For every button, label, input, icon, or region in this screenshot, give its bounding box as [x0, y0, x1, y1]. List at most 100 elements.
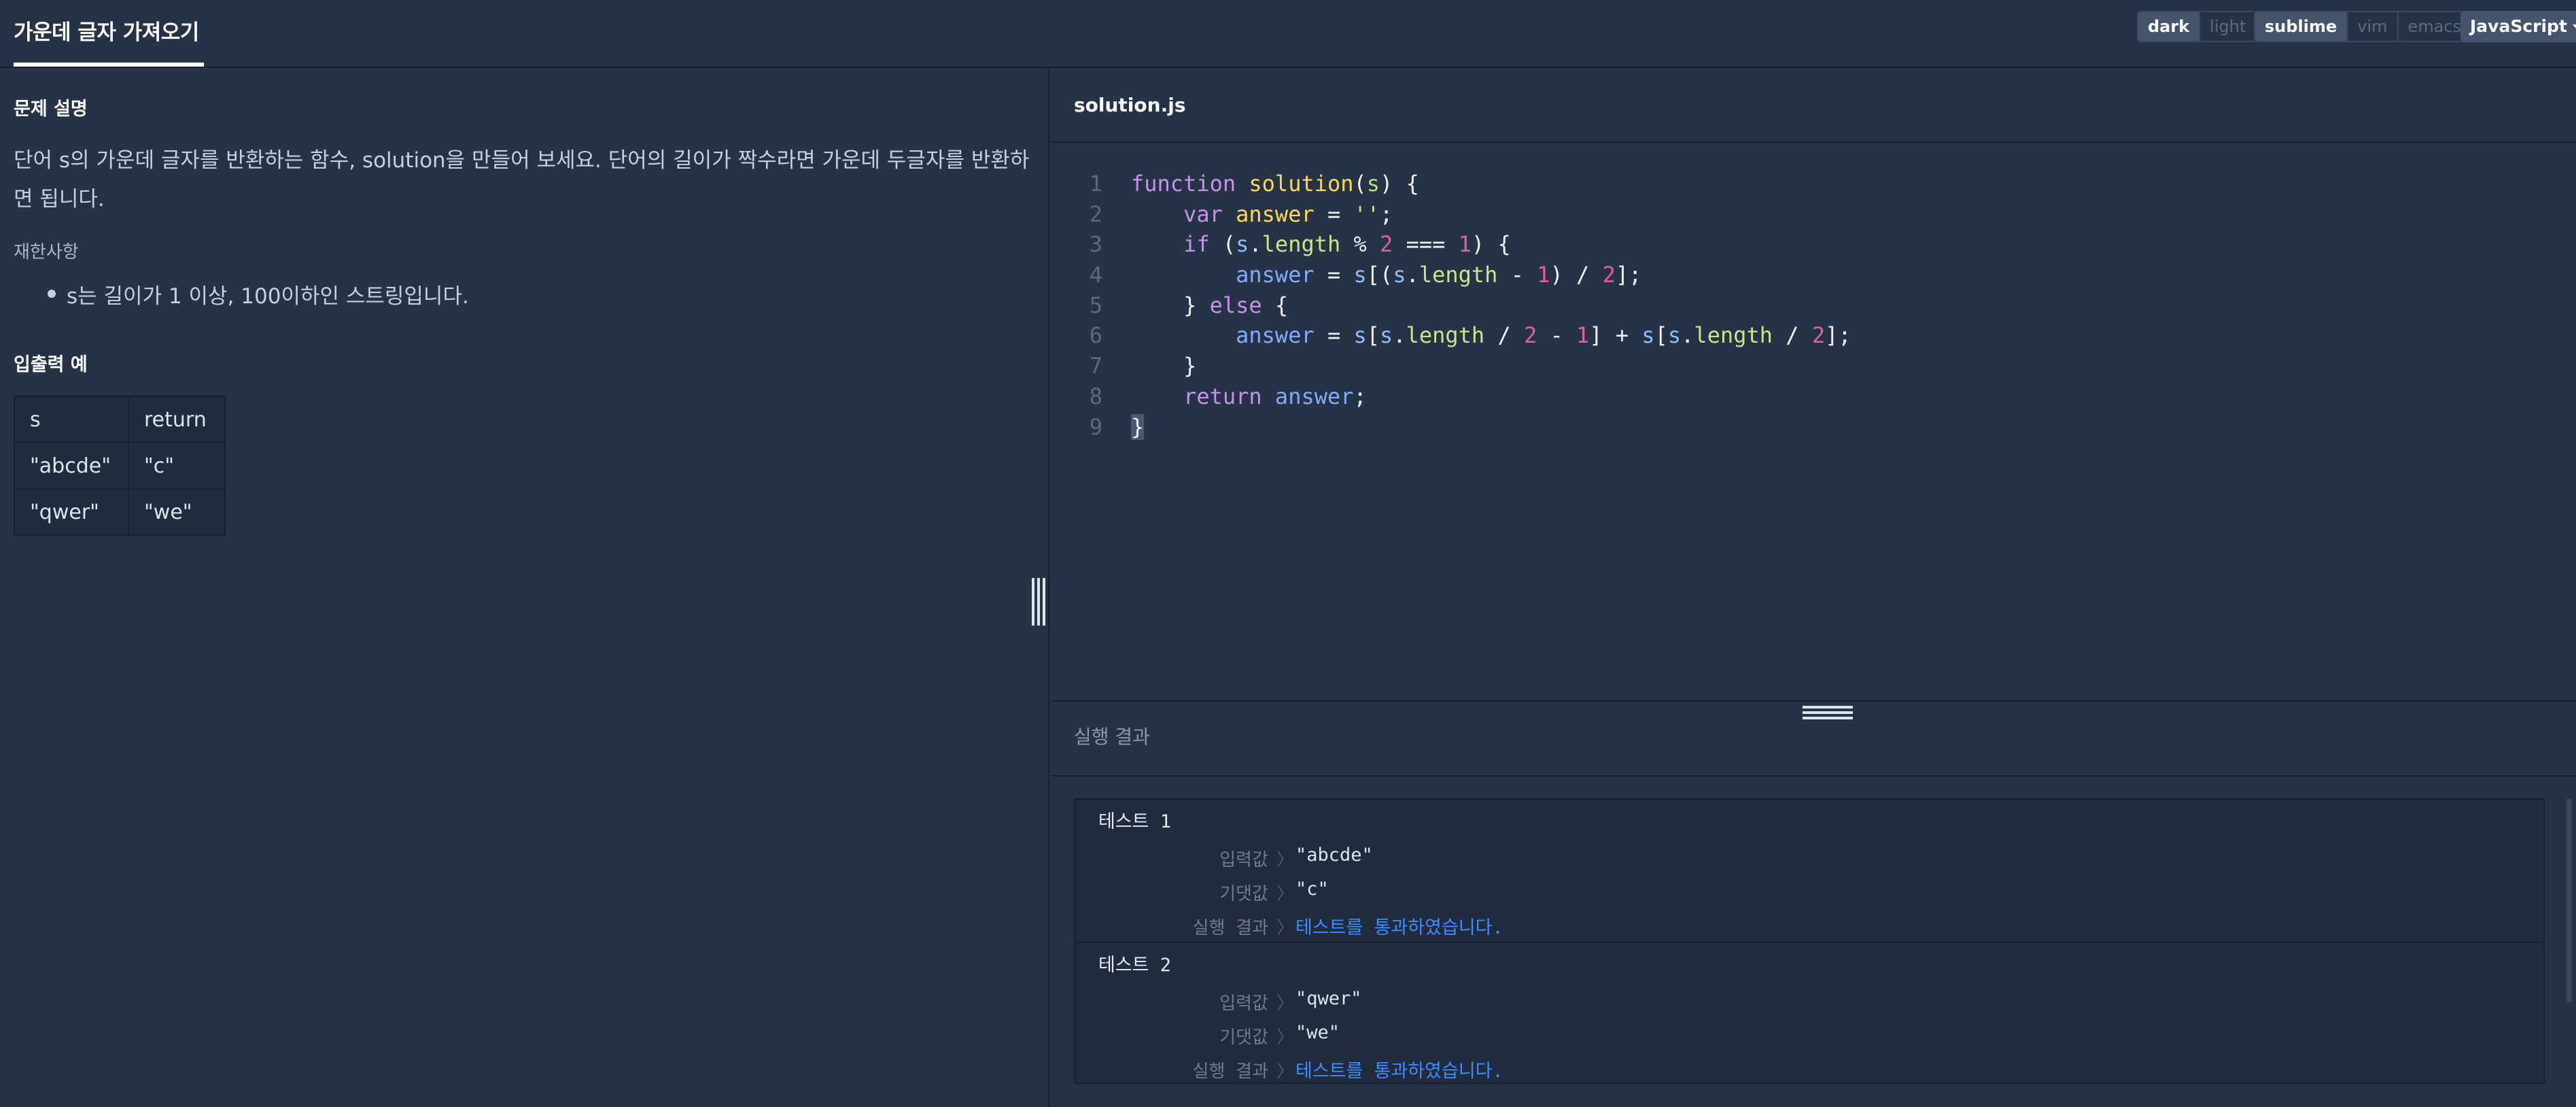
vertical-resize-handle[interactable] [1032, 578, 1045, 626]
line-number: 4 [1089, 262, 1102, 288]
test-input-row: 입력값 〉 "qwer" [1075, 984, 2503, 1018]
file-name-tab[interactable]: solution.js [1074, 94, 1186, 116]
editor-tab-bar: solution.js [1051, 68, 2576, 143]
grip-bar [1803, 711, 1853, 714]
code-line-text: function solution(s) { [1131, 171, 1419, 197]
code-line-text: answer = s[s.length / 2 - 1] + s[s.lengt… [1236, 322, 1851, 349]
test-name: 테스트 2 [1098, 955, 1172, 976]
code-line: 3 if (s.length % 2 === 1) { [1051, 229, 2576, 260]
table-cell: "c" [128, 442, 226, 490]
grip-bar [1803, 717, 1853, 719]
code-line-text: } else { [1131, 292, 1289, 318]
app-root: 가운데 글자 가져오기 dark light sublime vim emacs… [0, 0, 2576, 1107]
language-select-label: JavaScript [2470, 16, 2567, 36]
results-title: 실행 결과 [1074, 726, 1150, 748]
constraints-title: 재한사항 [14, 242, 79, 262]
top-bar: 가운데 글자 가져오기 dark light sublime vim emacs… [0, 0, 2576, 68]
code-line-text: } [1131, 353, 1197, 379]
keymap-sublime-button[interactable]: sublime [2255, 12, 2347, 41]
table-header-cell: s [14, 396, 129, 443]
theme-toggle: dark light [2137, 11, 2257, 42]
test-result-value: 테스트를 통과하였습니다. [1295, 917, 1503, 938]
code-line-text: } [1131, 413, 1145, 440]
theme-dark-button[interactable]: dark [2138, 12, 2199, 41]
test-name: 테스트 1 [1098, 811, 1172, 832]
results-divider [1051, 775, 2576, 777]
table-row: "abcde" "c" [14, 442, 226, 490]
line-number: 2 [1089, 201, 1102, 227]
examples-title: 입출력 예 [14, 354, 88, 375]
code-line: 1 function solution(s) { [1051, 169, 2576, 199]
code-line: 9} [1051, 412, 2576, 443]
test-input-label: 입력값 [1219, 993, 1268, 1014]
results-scrollbar[interactable] [2566, 798, 2572, 1002]
line-number: 9 [1089, 413, 1102, 440]
test-expected-value: "we" [1295, 1022, 1340, 1043]
code-editor[interactable]: solution.js 1 function solution(s) { 2 va… [1051, 68, 2576, 700]
test-case: 테스트 1 입력값 〉 "abcde" 기댓값 〉 "c" 실행 결과 〉 테스… [1075, 800, 2543, 942]
table-row: "qwer" "we" [14, 488, 226, 536]
language-select[interactable]: JavaScript [2460, 11, 2576, 42]
grip-bar [1037, 578, 1040, 626]
keymap-toggle: sublime vim emacs [2254, 11, 2473, 42]
test-input-label: 입력값 [1219, 850, 1268, 870]
grip-bar [1032, 578, 1034, 626]
results-panel: 실행 결과 테스트 1 입력값 〉 "abcde" 기댓값 〉 "c" 실행 결… [1051, 700, 2576, 1107]
problem-description: 단어 s의 가운데 글자를 반환하는 함수, solution을 만들어 보세요… [14, 148, 1030, 211]
line-number: 6 [1089, 322, 1102, 349]
test-result-value: 테스트를 통과하였습니다. [1295, 1061, 1503, 1082]
table-cell: "qwer" [14, 488, 129, 536]
results-console: 테스트 1 입력값 〉 "abcde" 기댓값 〉 "c" 실행 결과 〉 테스… [1074, 798, 2545, 1084]
table-cell: "abcde" [14, 442, 129, 490]
test-expected-row: 기댓값 〉 "c" [1075, 874, 2503, 908]
code-line-text: var answer = ''; [1183, 201, 1393, 227]
test-input-row: 입력값 〉 "abcde" [1075, 840, 2503, 874]
code-line: 7 } [1051, 351, 2576, 381]
test-result-row: 실행 결과 〉 테스트를 통과하였습니다. [1075, 1052, 2503, 1086]
separator-icon: 〉 [1276, 884, 1295, 904]
code-line: 8 return answer; [1051, 381, 2576, 412]
horizontal-resize-handle[interactable] [1803, 706, 1853, 719]
test-input-value: "abcde" [1295, 845, 1373, 866]
problem-section-title: 문제 설명 [14, 99, 88, 120]
test-expected-label: 기댓값 [1219, 884, 1268, 904]
page-title: 가운데 글자 가져오기 [14, 20, 199, 45]
code-line-text: if (s.length % 2 === 1) { [1183, 231, 1511, 258]
code-line-text: answer = s[(s.length - 1) / 2]; [1236, 262, 1642, 288]
code-area[interactable]: 1 function solution(s) { 2 var answer = '… [1051, 169, 2576, 442]
separator-icon: 〉 [1276, 850, 1295, 870]
separator-icon: 〉 [1276, 993, 1295, 1014]
separator-icon: 〉 [1276, 1027, 1295, 1048]
constraints-list: s는 길이가 1 이상, 100이하인 스트링입니다. [14, 279, 469, 309]
code-line: 5 } else { [1051, 290, 2576, 321]
examples-table: s return "abcde" "c" "qwer" "we" [14, 396, 226, 536]
code-line: 4 answer = s[(s.length - 1) / 2]; [1051, 260, 2576, 290]
separator-icon: 〉 [1276, 918, 1295, 938]
line-number: 3 [1089, 231, 1102, 258]
constraint-item: s는 길이가 1 이상, 100이하인 스트링입니다. [14, 279, 469, 309]
keymap-vim-button[interactable]: vim [2346, 12, 2397, 41]
table-header-cell: return [128, 396, 226, 443]
line-number: 1 [1089, 171, 1102, 197]
separator-icon: 〉 [1276, 1061, 1295, 1082]
table-cell: "we" [128, 488, 226, 536]
table-header-row: s return [14, 396, 226, 443]
code-line: 2 var answer = ''; [1051, 199, 2576, 230]
grip-bar [1803, 706, 1853, 709]
test-input-value: "qwer" [1295, 988, 1362, 1009]
code-line: 6 answer = s[s.length / 2 - 1] + s[s.len… [1051, 320, 2576, 351]
test-result-row: 실행 결과 〉 테스트를 통과하였습니다. [1075, 908, 2503, 942]
test-result-label: 실행 결과 [1192, 918, 1268, 938]
line-number: 8 [1089, 383, 1102, 409]
chevron-down-icon [2572, 24, 2576, 30]
theme-light-button[interactable]: light [2199, 12, 2256, 41]
line-number: 5 [1089, 292, 1102, 318]
test-result-label: 실행 결과 [1192, 1061, 1268, 1082]
test-expected-row: 기댓값 〉 "we" [1075, 1018, 2503, 1052]
line-number: 7 [1089, 353, 1102, 379]
test-expected-label: 기댓값 [1219, 1027, 1268, 1048]
problem-panel: 문제 설명 단어 s의 가운데 글자를 반환하는 함수, solution을 만… [0, 68, 1049, 1107]
grip-bar [1043, 578, 1045, 626]
code-line-text: return answer; [1183, 383, 1367, 409]
keymap-emacs-button[interactable]: emacs [2397, 12, 2471, 41]
